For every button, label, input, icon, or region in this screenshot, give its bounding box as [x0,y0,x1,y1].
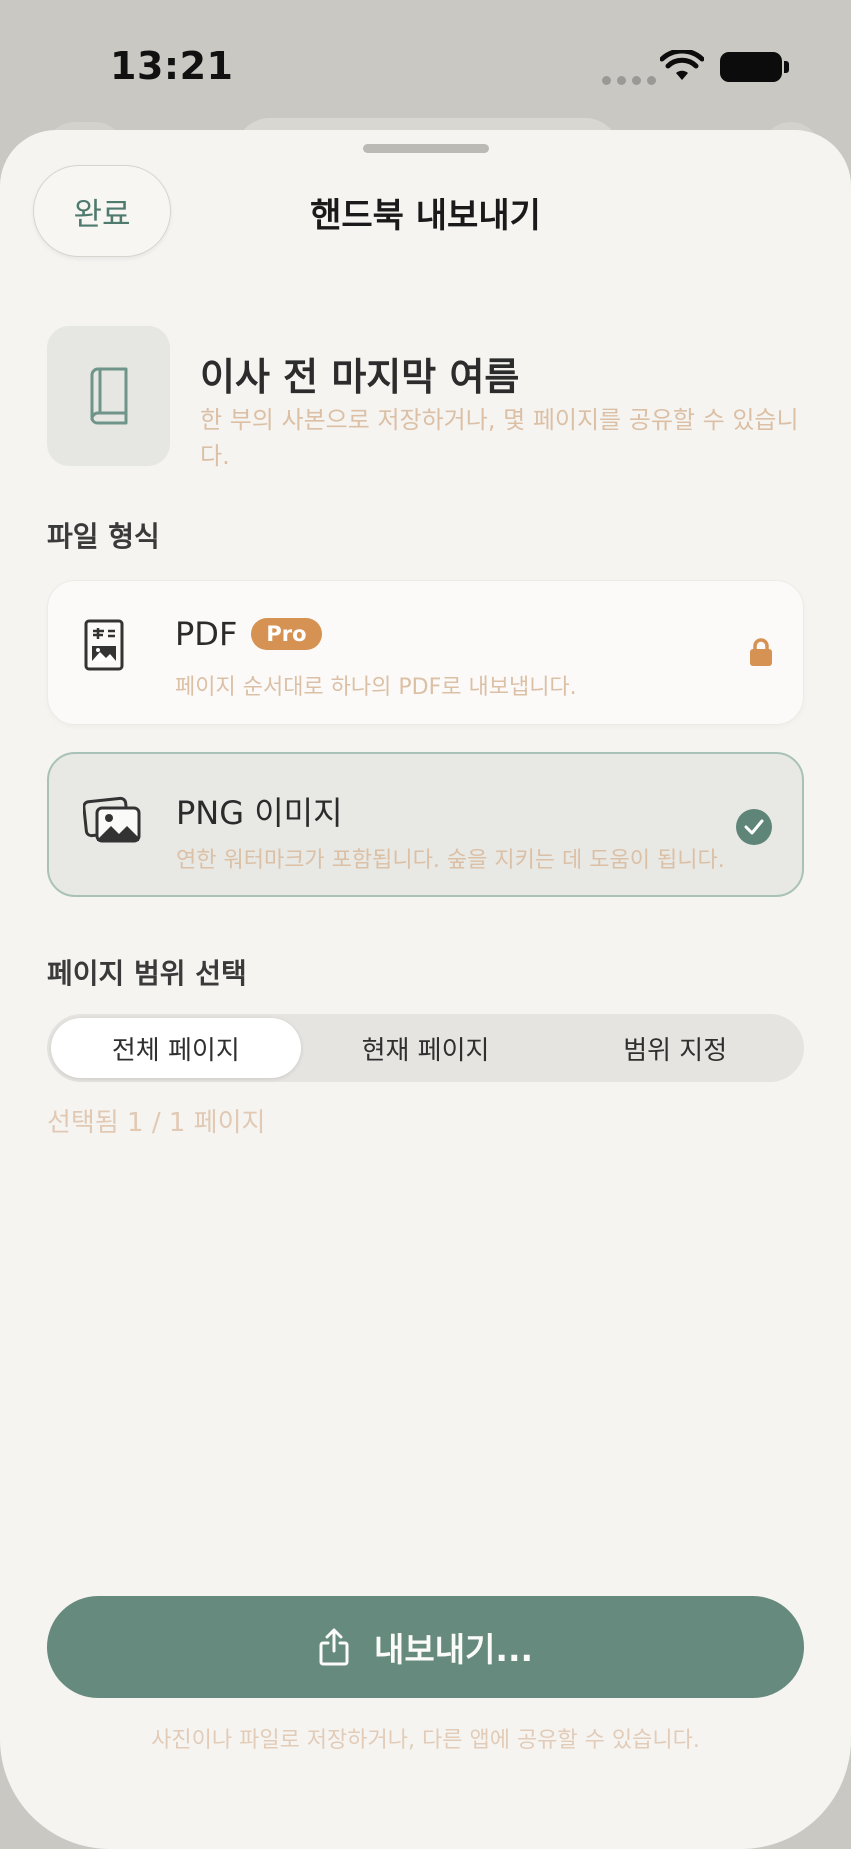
format-name: PDF Pro [175,615,322,653]
export-button-label: 내보내기... [373,1630,534,1669]
format-name-text: PDF [175,615,238,653]
format-name: PNG 이미지 [176,794,343,832]
lock-icon [750,638,772,666]
status-time: 13:21 [110,44,234,88]
page-title: 핸드북 내보내기 [310,196,541,236]
share-icon [319,1628,349,1666]
selected-pages-count: 선택됨 1 / 1 페이지 [47,1108,266,1138]
page-range-label: 페이지 범위 선택 [47,957,247,990]
format-option-png[interactable]: PNG 이미지 연한 워터마크가 포함됩니다. 숲을 지키는 데 도움이 됩니다… [47,752,804,897]
segment-custom-range[interactable]: 범위 지정 [550,1018,800,1078]
battery-icon [720,52,782,82]
export-note: 사진이나 파일로 저장하거나, 다른 앱에 공유할 수 있습니다. [151,1728,700,1753]
sheet-grabber[interactable] [363,144,489,153]
book-subtitle: 한 부의 사본으로 저장하거나, 몇 페이지를 공유할 수 있습니다. [200,406,799,470]
page-range-segmented-control: 전체 페이지 현재 페이지 범위 지정 [47,1014,804,1082]
book-thumbnail [47,326,170,466]
format-description: 페이지 순서대로 하나의 PDF로 내보냅니다. [175,675,577,700]
wifi-icon [660,50,704,80]
book-title: 이사 전 마지막 여름 [200,355,520,399]
format-option-pdf[interactable]: PDF Pro 페이지 순서대로 하나의 PDF로 내보냅니다. [47,580,804,725]
format-description: 연한 워터마크가 포함됩니다. 숲을 지키는 데 도움이 됩니다. [176,848,725,873]
pdf-document-icon [84,619,124,671]
export-sheet: 완료 핸드북 내보내기 이사 전 마지막 여름 한 부의 사본으로 저장하거나,… [0,130,851,1849]
status-bar: 13:21 [0,0,851,130]
battery-tip [784,61,789,73]
file-format-label: 파일 형식 [47,520,160,553]
image-stack-icon [83,796,141,843]
book-icon [90,367,127,425]
checkmark-circle-icon [736,809,772,845]
pro-badge: Pro [251,618,322,650]
segment-all-pages[interactable]: 전체 페이지 [51,1018,301,1078]
segment-current-page[interactable]: 현재 페이지 [301,1018,551,1078]
export-button[interactable]: 내보내기... [47,1596,804,1698]
signal-dots-icon [602,76,656,85]
